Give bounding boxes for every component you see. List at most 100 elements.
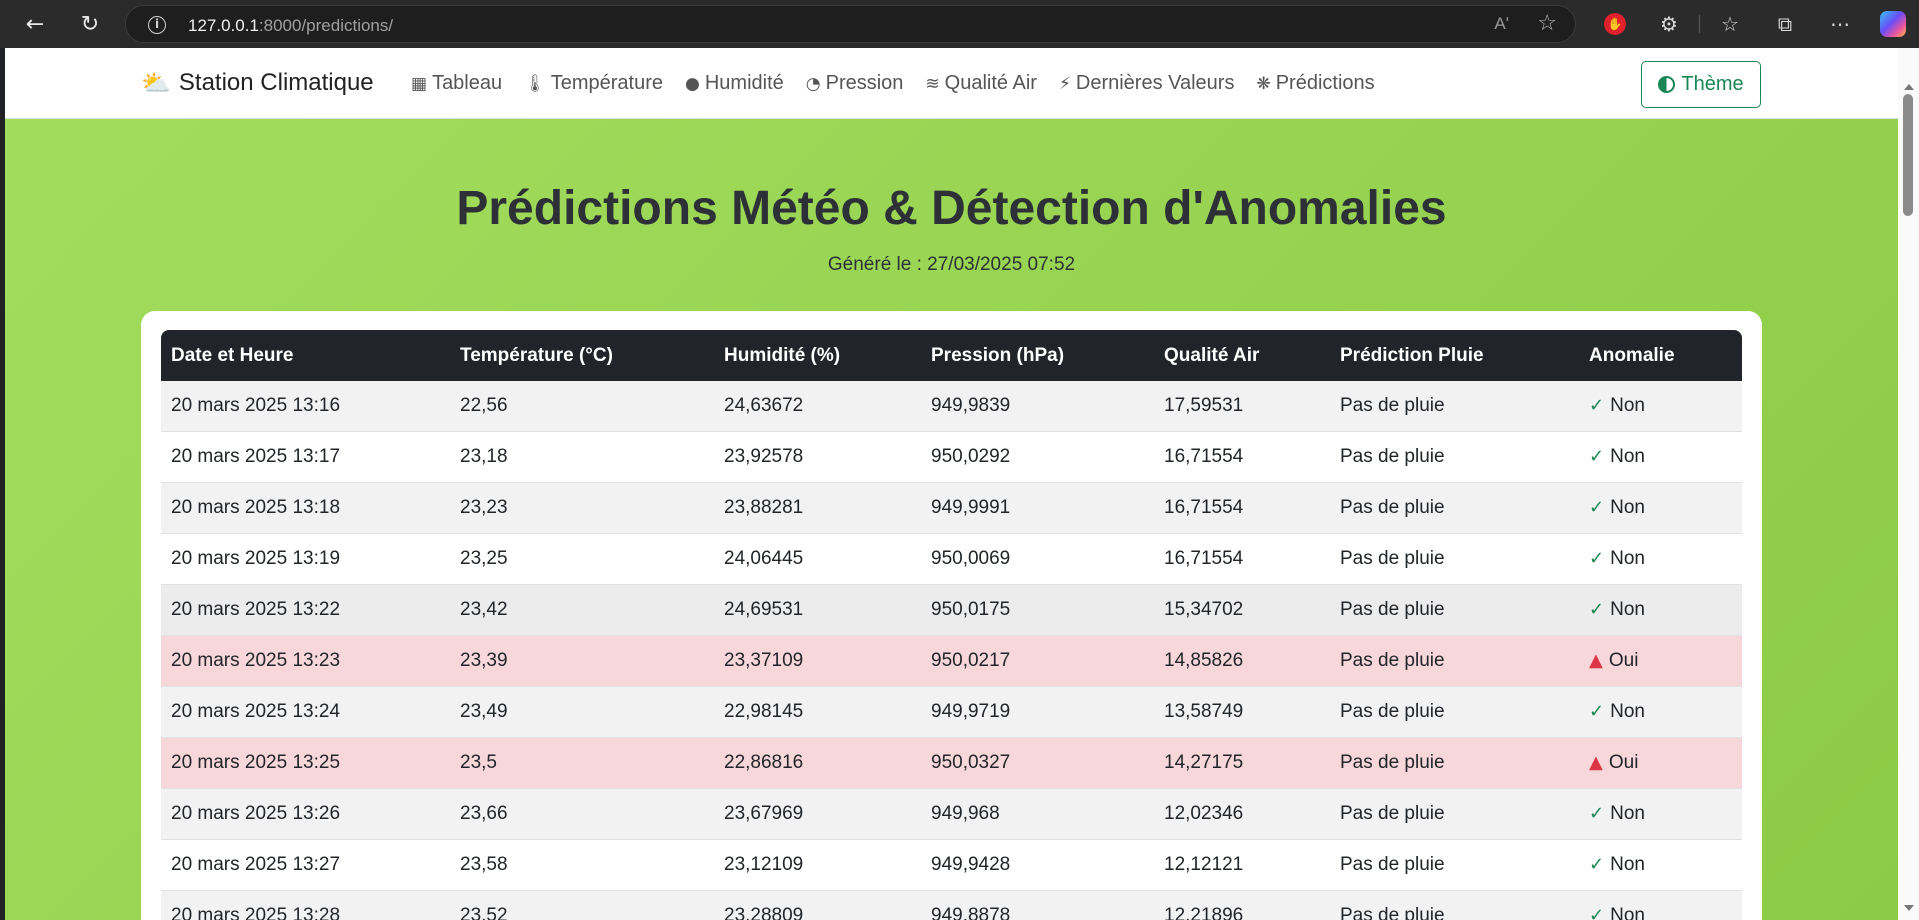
site-info-icon[interactable]: i xyxy=(148,16,166,34)
warning-icon: ▲ xyxy=(1589,752,1603,773)
nav-label: Prédictions xyxy=(1275,72,1375,94)
anomaly-label: Non xyxy=(1610,701,1645,722)
nav-tableau[interactable]: ▦ Tableau xyxy=(411,72,502,95)
col-pression: Pression (hPa) xyxy=(921,330,1154,381)
cell-press: 950,0292 xyxy=(921,432,1154,483)
table-row: 20 mars 2025 13:23 23,39 23,37109 950,0217 1… xyxy=(161,636,1742,687)
favorites-icon[interactable]: ☆ xyxy=(1715,9,1745,39)
cell-date: 20 mars 2025 13:18 xyxy=(161,483,450,534)
cell-anomaly: ✓ Non xyxy=(1579,585,1742,636)
read-aloud-icon[interactable]: Aʹ xyxy=(1494,14,1509,34)
url-text[interactable]: 127.0.0.1:8000/predictions/ xyxy=(188,16,393,36)
page-scrollbar[interactable] xyxy=(1898,48,1919,920)
cell-rain: Pas de pluie xyxy=(1330,738,1579,789)
cell-temp: 23,58 xyxy=(450,840,714,891)
check-icon: ✓ xyxy=(1589,446,1605,467)
cell-air: 13,58749 xyxy=(1154,687,1330,738)
cell-anomaly: ✓ Non xyxy=(1579,432,1742,483)
cell-press: 950,0217 xyxy=(921,636,1154,687)
anomaly-label: Non xyxy=(1610,854,1645,875)
table-body: 20 mars 2025 13:16 22,56 24,63672 949,9839 1… xyxy=(161,381,1742,920)
cell-hum: 24,06445 xyxy=(714,534,921,585)
table-row: 20 mars 2025 13:17 23,18 23,92578 950,0292 1… xyxy=(161,432,1742,483)
anomaly-label: Non xyxy=(1610,599,1645,620)
table-row: 20 mars 2025 13:24 23,49 22,98145 949,9719 1… xyxy=(161,687,1742,738)
favorite-star-icon[interactable]: ☆ xyxy=(1537,11,1557,36)
cell-air: 16,71554 xyxy=(1154,534,1330,585)
col-qualite-air: Qualité Air xyxy=(1154,330,1330,381)
generated-timestamp: Généré le : 27/03/2025 07:52 xyxy=(827,254,1076,275)
table-icon: ▦ xyxy=(411,73,428,94)
reload-icon[interactable]: ↻ xyxy=(75,9,105,39)
cell-air: 16,71554 xyxy=(1154,432,1330,483)
nav-dernieres-valeurs[interactable]: ⚡ Dernières Valeurs xyxy=(1059,72,1235,95)
more-menu-icon[interactable]: ⋯ xyxy=(1825,9,1855,39)
extension-icon[interactable]: ✋ xyxy=(1600,9,1630,39)
table-header-row: Date et Heure Température (°C) Humidité … xyxy=(161,330,1742,381)
wind-icon: ≋ xyxy=(925,73,940,94)
cell-press: 949,8878 xyxy=(921,891,1154,920)
col-date: Date et Heure xyxy=(161,330,450,381)
cell-date: 20 mars 2025 13:17 xyxy=(161,432,450,483)
cell-anomaly: ✓ Non xyxy=(1579,840,1742,891)
cell-anomaly: ▲ Oui xyxy=(1579,636,1742,687)
copilot-icon[interactable] xyxy=(1878,9,1908,39)
predictions-table: Date et Heure Température (°C) Humidité … xyxy=(161,330,1742,920)
cell-rain: Pas de pluie xyxy=(1330,432,1579,483)
app-navbar: ⛅ Station Climatique ▦ Tableau 🌡 Températu… xyxy=(5,48,1898,119)
toolbar-divider xyxy=(1699,15,1700,33)
table-row: 20 mars 2025 13:27 23,58 23,12109 949,9428 1… xyxy=(161,840,1742,891)
check-icon: ✓ xyxy=(1589,497,1605,518)
col-temperature: Température (°C) xyxy=(450,330,714,381)
table-row: 20 mars 2025 13:16 22,56 24,63672 949,9839 1… xyxy=(161,381,1742,432)
nav-label: Dernières Valeurs xyxy=(1075,72,1235,94)
cell-air: 15,34702 xyxy=(1154,585,1330,636)
anomaly-label: Oui xyxy=(1608,650,1639,671)
cell-hum: 23,88281 xyxy=(714,483,921,534)
cell-rain: Pas de pluie xyxy=(1330,585,1579,636)
cell-temp: 23,49 xyxy=(450,687,714,738)
nav-label: Qualité Air xyxy=(944,72,1037,94)
scroll-up-arrow-icon[interactable] xyxy=(1904,84,1914,90)
cell-temp: 23,42 xyxy=(450,585,714,636)
check-icon: ✓ xyxy=(1589,803,1605,824)
cell-date: 20 mars 2025 13:23 xyxy=(161,636,450,687)
anomaly-label: Non xyxy=(1610,497,1645,518)
url-host: 127.0.0.1 xyxy=(188,16,259,35)
anomaly-label: Non xyxy=(1610,548,1645,569)
cell-air: 16,71554 xyxy=(1154,483,1330,534)
back-arrow-icon[interactable]: ← xyxy=(20,9,50,39)
cell-rain: Pas de pluie xyxy=(1330,891,1579,920)
table-row: 20 mars 2025 13:25 23,5 22,86816 950,0327 14… xyxy=(161,738,1742,789)
col-humidite: Humidité (%) xyxy=(714,330,921,381)
cell-temp: 23,5 xyxy=(450,738,714,789)
cell-anomaly: ✓ Non xyxy=(1579,789,1742,840)
brand-label: Station Climatique xyxy=(178,69,374,96)
nav-predictions[interactable]: ❋ Prédictions xyxy=(1256,72,1374,95)
cell-date: 20 mars 2025 13:28 xyxy=(161,891,450,920)
nav-links: ▦ Tableau 🌡 Température ● Humidité ◔ Pressio… xyxy=(411,72,1375,95)
theme-toggle-button[interactable]: Thème xyxy=(1641,61,1761,108)
collections-icon[interactable]: ⧉ xyxy=(1770,9,1800,39)
nav-label: Tableau xyxy=(432,72,503,94)
extensions-puzzle-icon[interactable]: ⚙ xyxy=(1654,9,1684,39)
page-viewport: ⛅ Station Climatique ▦ Tableau 🌡 Températu… xyxy=(5,48,1898,920)
scroll-down-arrow-icon[interactable] xyxy=(1904,905,1914,911)
nav-pression[interactable]: ◔ Pression xyxy=(806,72,904,95)
nav-humidite[interactable]: ● Humidité xyxy=(685,72,784,95)
address-bar[interactable]: i 127.0.0.1:8000/predictions/ Aʹ ☆ xyxy=(125,5,1576,43)
cell-hum: 22,98145 xyxy=(714,687,921,738)
check-icon: ✓ xyxy=(1589,854,1605,875)
cell-press: 949,9839 xyxy=(921,381,1154,432)
check-icon: ✓ xyxy=(1589,395,1605,416)
scroll-thumb[interactable] xyxy=(1903,94,1913,216)
cell-hum: 22,86816 xyxy=(714,738,921,789)
nav-qualite-air[interactable]: ≋ Qualité Air xyxy=(925,72,1037,95)
cell-temp: 23,18 xyxy=(450,432,714,483)
theme-label: Thème xyxy=(1681,73,1744,95)
anomaly-label: Non xyxy=(1610,905,1645,920)
check-icon: ✓ xyxy=(1589,599,1605,620)
nav-temperature[interactable]: 🌡 Température xyxy=(524,72,663,95)
cell-press: 949,9719 xyxy=(921,687,1154,738)
brand-link[interactable]: ⛅ Station Climatique xyxy=(141,69,374,97)
